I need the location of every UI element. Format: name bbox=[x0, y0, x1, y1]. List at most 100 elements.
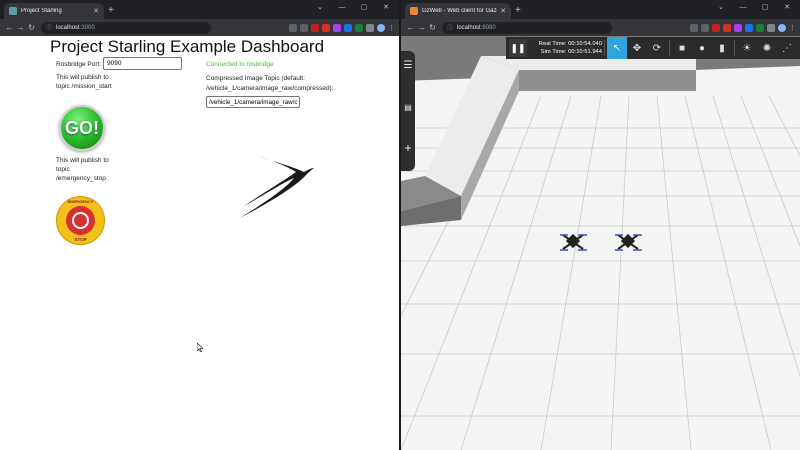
share-icon[interactable] bbox=[289, 23, 297, 32]
tab-close-icon[interactable]: ✕ bbox=[500, 7, 506, 15]
forward-arrow-icon[interactable]: → bbox=[416, 23, 427, 32]
address-bar[interactable]: ⓘ localhost :8080 bbox=[442, 21, 612, 34]
select-arrow-icon[interactable]: ↖ bbox=[607, 37, 627, 59]
avatar[interactable] bbox=[778, 23, 786, 32]
tab-title: Project Starling bbox=[21, 8, 62, 14]
extension-icon[interactable] bbox=[311, 23, 319, 32]
kebab-menu-icon[interactable]: ⋮ bbox=[388, 24, 395, 32]
extension-icon[interactable] bbox=[745, 23, 753, 32]
kebab-menu-icon[interactable]: ⋮ bbox=[789, 24, 796, 32]
tab-project-starling[interactable]: Project Starling ✕ bbox=[4, 3, 104, 19]
url-port: :8080 bbox=[480, 24, 496, 31]
cylinder-shape-icon[interactable]: ▮ bbox=[712, 37, 732, 59]
real-time-value: 00:10:54.040 bbox=[568, 41, 602, 47]
reload-icon[interactable]: ↻ bbox=[26, 23, 37, 32]
back-arrow-icon[interactable]: ← bbox=[405, 23, 416, 32]
point-light-icon[interactable]: ☀ bbox=[737, 37, 757, 59]
collapse-icon[interactable]: ⌄ bbox=[710, 2, 732, 14]
address-bar[interactable]: ⓘ localhost :3000 bbox=[41, 21, 211, 34]
gazebo-toolbar: ❚❚ Real Time: 00:10:54.040 Sim Time: 00:… bbox=[506, 37, 800, 59]
sim-time-row: Sim Time: 00:10:51.944 bbox=[530, 48, 602, 56]
rosbridge-port-input[interactable] bbox=[103, 57, 182, 70]
emergency-stop-button[interactable]: EMERGENCY STOP bbox=[56, 196, 105, 245]
time-readout: Real Time: 00:10:54.040 Sim Time: 00:10:… bbox=[530, 40, 602, 56]
pause-button[interactable]: ❚❚ bbox=[509, 39, 527, 57]
avatar[interactable] bbox=[377, 23, 385, 32]
starling-bird-logo-icon bbox=[240, 156, 314, 218]
puzzle-icon[interactable] bbox=[767, 23, 775, 32]
spot-light-icon[interactable]: ✺ bbox=[757, 37, 777, 59]
plus-icon[interactable]: + bbox=[403, 142, 413, 154]
extension-icon[interactable] bbox=[355, 23, 363, 32]
insert-panel-icon[interactable]: ▤ bbox=[403, 103, 413, 113]
dashboard-page: Project Starling Example Dashboard Rosbr… bbox=[0, 36, 399, 450]
rotate-arrows-icon bbox=[72, 212, 89, 229]
extension-icon[interactable] bbox=[712, 23, 720, 32]
minimize-icon[interactable]: — bbox=[732, 2, 754, 14]
sphere-shape-icon[interactable]: ● bbox=[692, 37, 712, 59]
tab-gzweb[interactable]: GzWeb - Web client for Gazebo ✕ bbox=[405, 3, 511, 19]
mission-start-note: This will publish to topic /mission_star… bbox=[56, 73, 112, 91]
page-title: Project Starling Example Dashboard bbox=[50, 37, 325, 56]
favicon bbox=[9, 7, 17, 15]
mission-note-line: topic /mission_start bbox=[56, 83, 112, 90]
tab-title: GzWeb - Web client for Gazebo bbox=[422, 8, 497, 14]
extensions-area: ⋮ bbox=[211, 23, 395, 32]
info-icon[interactable]: ⓘ bbox=[46, 23, 52, 32]
toolbar-separator bbox=[669, 40, 670, 56]
new-tab-button[interactable]: + bbox=[515, 6, 521, 16]
url-port: :3000 bbox=[79, 24, 95, 31]
translate-icon[interactable]: ✥ bbox=[627, 37, 647, 59]
wall-face-back bbox=[519, 70, 696, 91]
image-topic-label: Compressed Image Topic (default: /vehicl… bbox=[206, 74, 334, 94]
extensions-area: ⋮ bbox=[612, 23, 796, 32]
image-topic-label-line: Compressed Image Topic (default: bbox=[206, 75, 305, 82]
emergency-stop-note: This will publish to topic /emergency_st… bbox=[56, 156, 109, 183]
browser-window-gazebo: GzWeb - Web client for Gazebo ✕ + ⌄ — ▢ … bbox=[401, 0, 800, 450]
hamburger-icon[interactable]: ☰ bbox=[403, 61, 413, 71]
new-tab-button[interactable]: + bbox=[108, 6, 114, 16]
tab-close-icon[interactable]: ✕ bbox=[93, 7, 99, 15]
back-arrow-icon[interactable]: ← bbox=[4, 23, 15, 32]
sim-time-label: Sim Time: bbox=[540, 49, 567, 55]
minimize-icon[interactable]: — bbox=[331, 2, 353, 14]
bookmark-icon[interactable] bbox=[300, 23, 308, 32]
share-icon[interactable] bbox=[690, 23, 698, 32]
emergency-note-line: This will publish to bbox=[56, 157, 109, 164]
image-topic-input[interactable] bbox=[206, 96, 300, 108]
box-shape-icon[interactable]: ■ bbox=[672, 37, 692, 59]
extension-icon[interactable] bbox=[723, 23, 731, 32]
url-host: localhost bbox=[457, 24, 481, 31]
close-window-icon[interactable]: ✕ bbox=[375, 2, 397, 14]
info-icon[interactable]: ⓘ bbox=[447, 23, 453, 32]
close-window-icon[interactable]: ✕ bbox=[776, 2, 798, 14]
reload-icon[interactable]: ↻ bbox=[427, 23, 438, 32]
collapse-icon[interactable]: ⌄ bbox=[309, 2, 331, 14]
emergency-note-line: topic bbox=[56, 166, 70, 173]
go-button[interactable]: GO! bbox=[59, 105, 105, 151]
gazebo-3d-scene[interactable] bbox=[401, 36, 800, 450]
puzzle-icon[interactable] bbox=[366, 23, 374, 32]
gazebo-viewport[interactable]: ☰ ▤ + ❚❚ Real Time: 00:10:54.040 Sim Tim… bbox=[401, 36, 800, 450]
browser-window-dashboard: Project Starling ✕ + ⌄ — ▢ ✕ ← → ↻ ⓘ loc… bbox=[0, 0, 399, 450]
rotate-icon[interactable]: ⟳ bbox=[647, 37, 667, 59]
url-host: localhost bbox=[56, 24, 80, 31]
directional-light-icon[interactable]: ⋰ bbox=[777, 37, 797, 59]
toolbar-separator bbox=[604, 40, 605, 56]
maximize-icon[interactable]: ▢ bbox=[353, 2, 375, 14]
window-controls: ⌄ — ▢ ✕ bbox=[710, 2, 798, 14]
connection-status: Connected to rosbridge bbox=[206, 61, 274, 68]
extension-icon[interactable] bbox=[333, 23, 341, 32]
extension-icon[interactable] bbox=[322, 23, 330, 32]
extension-icon[interactable] bbox=[734, 23, 742, 32]
forward-arrow-icon[interactable]: → bbox=[15, 23, 26, 32]
bookmark-icon[interactable] bbox=[701, 23, 709, 32]
maximize-icon[interactable]: ▢ bbox=[754, 2, 776, 14]
extension-icon[interactable] bbox=[756, 23, 764, 32]
extension-icon[interactable] bbox=[344, 23, 352, 32]
tab-strip: Project Starling ✕ + ⌄ — ▢ ✕ bbox=[0, 0, 399, 19]
sim-time-value: 00:10:51.944 bbox=[568, 49, 602, 55]
favicon bbox=[410, 7, 418, 15]
gazebo-sidebar: ☰ ▤ + bbox=[401, 51, 415, 171]
browser-toolbar: ← → ↻ ⓘ localhost :3000 ⋮ bbox=[0, 19, 399, 36]
